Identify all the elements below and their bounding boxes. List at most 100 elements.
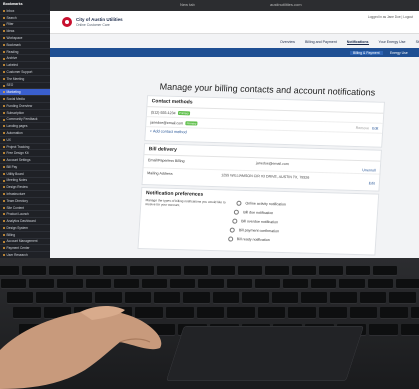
sidebar-item[interactable]: Project Tracking [0, 144, 50, 151]
sidebar-item[interactable]: Design Review [0, 184, 50, 192]
keyboard-key [400, 323, 419, 335]
radio-icon[interactable] [227, 236, 233, 242]
browser-tab-title[interactable]: New tab [180, 2, 195, 7]
sidebar-item[interactable]: Utility Board [0, 171, 50, 178]
sidebar-item[interactable]: Workspace [0, 35, 50, 42]
sidebar-item-label: Automation [6, 130, 23, 135]
keyboard-key [130, 266, 154, 275]
sidebar-item[interactable]: Billing [0, 232, 50, 239]
keyboard-key [349, 307, 378, 319]
sidebar-item-label: The Meeting [6, 76, 25, 81]
sidebar-item-label: Community Feedback [6, 117, 38, 122]
sidebar-item[interactable]: Social Media [0, 96, 50, 103]
keyboard-key [103, 266, 127, 275]
nav-item[interactable]: Your Energy Use [379, 40, 406, 44]
sidebar-item[interactable]: SEO [0, 83, 50, 90]
sidebar-item[interactable]: UX [0, 137, 50, 144]
sidebar-item[interactable]: The Meeting [0, 76, 50, 83]
subnav-energy-use[interactable]: Energy Use [390, 51, 408, 55]
sidebar-item[interactable]: Landing pages [0, 123, 50, 131]
keyboard-key [254, 278, 280, 289]
bookmark-icon [3, 57, 5, 60]
unenroll-link[interactable]: Unenroll [362, 168, 376, 172]
sidebar-item[interactable]: Ideas [0, 28, 50, 36]
sidebar-item[interactable]: Account Management [0, 239, 50, 246]
sidebar-item[interactable]: Site Content [0, 205, 50, 212]
nav-item[interactable]: Overview [280, 40, 295, 44]
bookmark-icon [3, 233, 5, 236]
keyboard-key [238, 266, 262, 275]
nav-item[interactable]: Billing and Payment [305, 40, 337, 44]
browser-bar: New tab austinutilities.com [0, 0, 419, 11]
bookmark-icon [3, 77, 5, 80]
mailing-address-value: 1255 WILLIAMSON CIR #3 DRIVE, AUSTIN TX,… [221, 172, 310, 180]
sidebar-item[interactable]: Customer Support [0, 69, 50, 76]
site-header: City of Austin Utilities Online Customer… [50, 11, 419, 34]
keyboard-key [330, 292, 357, 303]
sidebar-item[interactable]: Meeting Notes [0, 178, 50, 185]
sidebar-item[interactable]: Product Launch [0, 211, 50, 219]
sidebar-item[interactable]: Automation [0, 130, 50, 137]
bookmark-icon [3, 213, 5, 216]
edit-contact-link[interactable]: Edit [372, 126, 378, 130]
notification-pref-label: Bill payment confirmation [238, 228, 280, 234]
remove-contact-link[interactable]: Remove [356, 125, 370, 129]
radio-icon[interactable] [229, 227, 236, 233]
sidebar-item[interactable]: Inbox [0, 8, 50, 15]
hand-on-keyboard [0, 306, 162, 389]
bookmark-icon [3, 159, 5, 162]
keyboard-key [22, 266, 46, 275]
sidebar-item[interactable]: Funding Overview [0, 103, 50, 110]
sidebar-item[interactable]: Filter [0, 22, 50, 29]
sidebar-item-label: Free Design Kit [6, 151, 29, 156]
sidebar-item-label: Landing pages [6, 124, 28, 129]
sidebar-item-label: Funding Overview [6, 103, 33, 108]
keyboard-key [373, 266, 397, 275]
sidebar-item[interactable]: Account Settings [0, 157, 50, 164]
sidebar-item[interactable]: Bookmark [0, 42, 50, 49]
bill-delivery-section: Bill delivery Email/Paperless Billing ja… [141, 143, 383, 192]
radio-icon[interactable] [231, 218, 238, 224]
keyboard-key [242, 292, 269, 303]
sidebar-item[interactable]: Reading [0, 49, 50, 56]
sidebar-item[interactable]: Design System [0, 225, 50, 232]
keyboard-key [265, 266, 289, 275]
contact-phone: (512) 555-1234 [150, 110, 176, 115]
browser-address[interactable]: austinutilities.com [270, 2, 302, 7]
delivery-email-label: Email/Paperless Billing [147, 157, 185, 163]
sidebar-item[interactable]: Archive [0, 55, 50, 63]
city-logo-icon[interactable] [62, 17, 72, 27]
sidebar-item-label: Account Management [6, 239, 38, 244]
notification-pref-label: Bill overdue notification [241, 219, 279, 225]
sidebar-item[interactable]: Payment Center [0, 245, 50, 253]
sidebar-item[interactable]: Marketing [0, 89, 50, 97]
sidebar-item[interactable]: Search [0, 15, 50, 22]
sidebar-item[interactable]: Infrastructure [0, 191, 50, 198]
main-nav: Overview Billing and Payment Notifications… [280, 40, 419, 45]
radio-icon[interactable] [236, 200, 242, 206]
nav-item[interactable]: Start [416, 40, 419, 44]
sidebar-item[interactable]: Free Design Kit [0, 150, 50, 158]
sidebar-item[interactable]: Labeled [0, 62, 50, 70]
radio-icon[interactable] [234, 209, 240, 215]
bookmark-icon [3, 193, 5, 196]
keyboard-key [339, 278, 365, 289]
edit-address-link[interactable]: Edit [369, 181, 375, 185]
keyboard-key [76, 266, 100, 275]
delivery-email-value: janedoe@email.com [255, 160, 289, 166]
account-links[interactable]: Logged in as Jane Doe | Logout [368, 15, 413, 19]
sidebar-item[interactable]: Subscription [0, 110, 50, 117]
subnav-billing-payment[interactable]: Billing & Payment [350, 50, 383, 55]
sidebar-item[interactable]: Bill Pay [0, 164, 50, 171]
bookmark-icon [3, 206, 5, 209]
sidebar-item-label: Workspace [6, 36, 23, 41]
notification-pref-item[interactable]: Bill ready notification [227, 236, 283, 247]
sidebar-item[interactable]: Community Feedback [0, 117, 50, 124]
sidebar-item[interactable]: Team Directory [0, 198, 50, 205]
sidebar-item[interactable]: Analytics Dashboard [0, 218, 50, 225]
nav-item[interactable]: Notifications [346, 40, 369, 45]
notification-pref-label: Bill due notification [243, 210, 274, 216]
keyboard-key [198, 278, 224, 289]
org-name: City of Austin Utilities [76, 17, 123, 22]
keyboard-key [157, 266, 181, 275]
